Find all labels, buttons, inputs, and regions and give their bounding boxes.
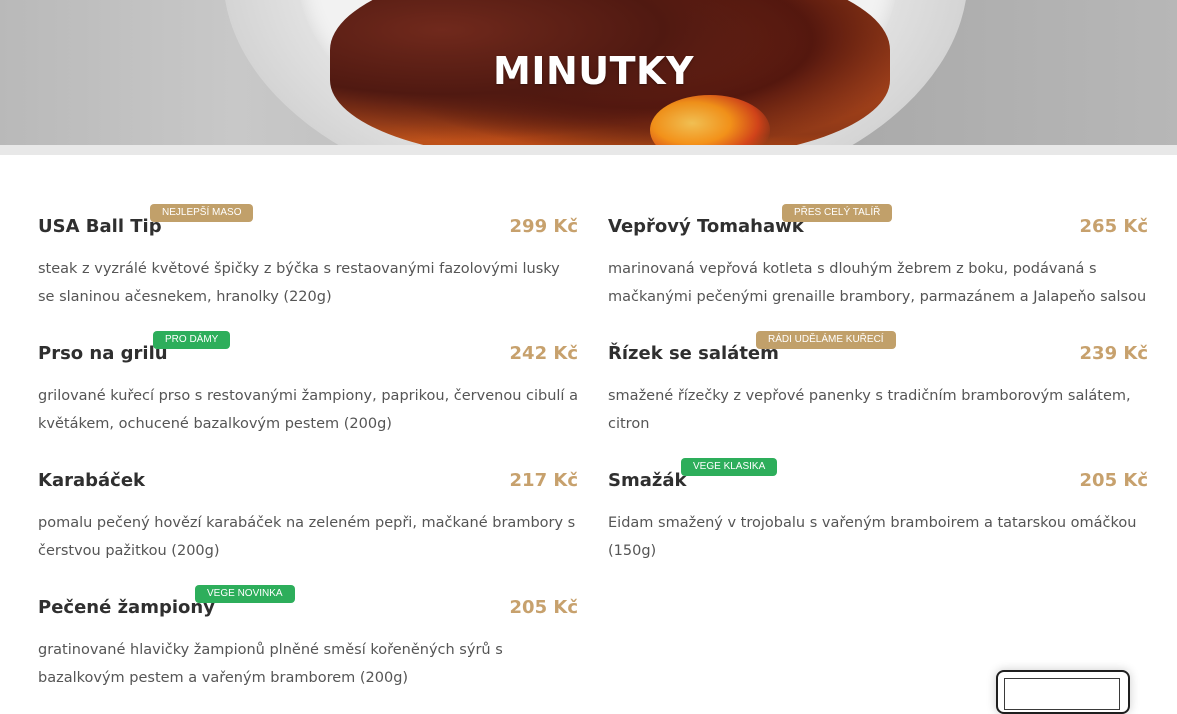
menu-list: USA Ball Tip NEJLEPŠÍ MASO 299 Kč steak …	[38, 200, 1148, 689]
menu-item-badge: PŘES CELÝ TALÍŘ	[782, 204, 893, 222]
menu-item: Prso na grilu PRO DÁMY 242 Kč grilované …	[38, 327, 578, 454]
menu-column-right: Vepřový Tomahawk PŘES CELÝ TALÍŘ 265 Kč …	[608, 200, 1148, 581]
menu-item-price: 217 Kč	[509, 470, 578, 491]
hero-bottom-band	[0, 145, 1177, 155]
corner-widget-inner[interactable]	[1004, 678, 1120, 710]
menu-item-name: Prso na grilu	[38, 343, 168, 364]
menu-item: USA Ball Tip NEJLEPŠÍ MASO 299 Kč steak …	[38, 200, 578, 327]
menu-item-name: Pečené žampiony	[38, 597, 215, 618]
menu-item-name: Smažák	[608, 470, 687, 491]
menu-item-description: Eidam smažený v trojobalu s vařeným bram…	[608, 515, 1137, 559]
menu-item-price: 299 Kč	[509, 216, 578, 237]
menu-item-price: 205 Kč	[1079, 470, 1148, 491]
menu-item-name: Karabáček	[38, 470, 145, 491]
menu-item-price: 239 Kč	[1079, 343, 1148, 364]
menu-item-description: smažené řízečky z vepřové panenky s trad…	[608, 388, 1131, 432]
menu-item-description: steak z vyzrálé květové špičky z býčka s…	[38, 261, 560, 305]
menu-item-badge: NEJLEPŠÍ MASO	[150, 204, 254, 222]
menu-item: Smažák VEGE KLASIKA 205 Kč Eidam smažený…	[608, 454, 1148, 581]
menu-item: Karabáček 217 Kč pomalu pečený hovězí ka…	[38, 454, 578, 581]
menu-item-description: gratinované hlavičky žampionů plněné smě…	[38, 642, 503, 686]
menu-column-left: USA Ball Tip NEJLEPŠÍ MASO 299 Kč steak …	[38, 200, 578, 708]
menu-item-badge: VEGE NOVINKA	[195, 585, 295, 603]
menu-item-name: USA Ball Tip	[38, 216, 162, 237]
menu-item-price: 242 Kč	[509, 343, 578, 364]
menu-item-description: pomalu pečený hovězí karabáček na zelené…	[38, 515, 576, 559]
menu-item-name: Řízek se salátem	[608, 343, 779, 364]
menu-item-name: Vepřový Tomahawk	[608, 216, 804, 237]
menu-item-badge: PRO DÁMY	[153, 331, 231, 349]
menu-item: Vepřový Tomahawk PŘES CELÝ TALÍŘ 265 Kč …	[608, 200, 1148, 327]
menu-item-description: grilované kuřecí prso s restovanými žamp…	[38, 388, 578, 432]
menu-item-badge: VEGE KLASIKA	[681, 458, 778, 476]
page-title: MINUTKY	[493, 49, 694, 93]
corner-widget[interactable]	[996, 670, 1130, 714]
menu-item-description: marinovaná vepřová kotleta s dlouhým žeb…	[608, 261, 1147, 305]
menu-item-badge: RÁDI UDĚLÁME KUŘECÍ	[756, 331, 896, 349]
menu-item: Řízek se salátem RÁDI UDĚLÁME KUŘECÍ 239…	[608, 327, 1148, 454]
menu-item-price: 205 Kč	[509, 597, 578, 618]
hero-banner: MINUTKY	[0, 0, 1177, 155]
menu-item-price: 265 Kč	[1079, 216, 1148, 237]
